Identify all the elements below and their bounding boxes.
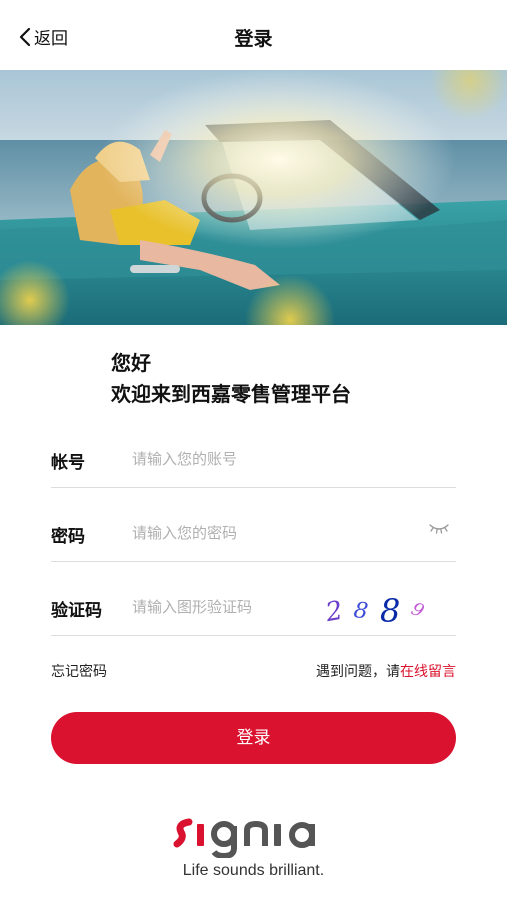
help-links: 忘记密码 遇到问题，请在线留言 bbox=[51, 661, 456, 683]
login-button[interactable]: 登录 bbox=[51, 712, 456, 764]
greeting: 您好 欢迎来到西嘉零售管理平台 bbox=[111, 348, 351, 410]
brand-footer: Life sounds brilliant. bbox=[0, 806, 507, 880]
signia-logo bbox=[173, 818, 315, 858]
captcha-row: 验证码 2 8 8 9 bbox=[51, 588, 456, 636]
captcha-char: 2 bbox=[323, 596, 345, 629]
password-input[interactable] bbox=[132, 516, 392, 550]
captcha-label: 验证码 bbox=[51, 601, 102, 621]
help-text: 遇到问题，请在线留言 bbox=[316, 661, 456, 681]
greeting-welcome: 欢迎来到西嘉零售管理平台 bbox=[111, 382, 351, 406]
greeting-hello: 您好 bbox=[111, 351, 151, 375]
password-label: 密码 bbox=[51, 527, 85, 547]
eye-closed-icon[interactable] bbox=[428, 522, 450, 536]
help-prefix: 遇到问题，请 bbox=[316, 664, 400, 680]
account-row: 帐号 bbox=[51, 440, 456, 488]
captcha-image[interactable]: 2 8 8 9 bbox=[320, 588, 438, 630]
captcha-char: 8 bbox=[352, 598, 369, 625]
online-message-link[interactable]: 在线留言 bbox=[400, 664, 456, 680]
account-label: 帐号 bbox=[51, 453, 85, 473]
page-title: 登录 bbox=[234, 28, 273, 50]
hero-image bbox=[0, 70, 507, 325]
captcha-char: 9 bbox=[408, 598, 427, 622]
brand-tagline: Life sounds brilliant. bbox=[182, 862, 325, 879]
header-bar: 返回 登录 bbox=[0, 0, 507, 70]
captcha-char: 8 bbox=[380, 592, 400, 630]
convertible-photo-illustration bbox=[0, 70, 507, 325]
captcha-input[interactable] bbox=[132, 590, 312, 624]
forgot-password-link[interactable]: 忘记密码 bbox=[51, 661, 107, 681]
account-input[interactable] bbox=[132, 442, 392, 476]
password-row: 密码 bbox=[51, 514, 456, 562]
